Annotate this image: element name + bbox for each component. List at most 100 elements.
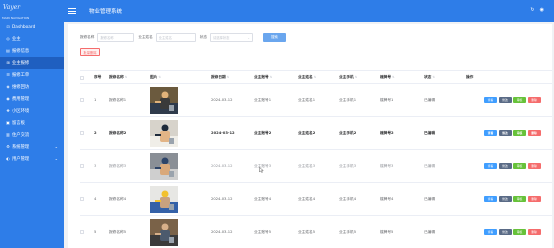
row-checkbox[interactable] <box>80 164 84 168</box>
col-owner[interactable]: 业主姓名⇅ <box>298 75 316 80</box>
delete-button[interactable]: 删除 <box>527 196 541 202</box>
repair-name-input[interactable]: 报修名称 <box>97 32 135 42</box>
user-avatar-icon[interactable]: ◉ <box>540 7 544 13</box>
cell-index: 3 <box>94 164 97 168</box>
sidebar-item-label: 业主 <box>12 37 21 42</box>
col-account[interactable]: 业主账号⇅ <box>254 75 272 80</box>
sidebar-item-2[interactable]: ▤ 报修信息 <box>0 45 64 57</box>
community-icon: ▥ <box>6 132 10 137</box>
repair-table: 序号 报修名称⇅ 图片⇅ 报修日期⇅ 业主账号⇅ 业主姓名⇅ 业主手机⇅ 楼牌号… <box>80 70 552 248</box>
cell-owner: 业主姓名1 <box>298 98 316 102</box>
row-checkbox[interactable] <box>80 230 84 234</box>
sidebar-item-label: 小区环境 <box>12 109 30 114</box>
cell-index: 2 <box>94 131 97 135</box>
sidebar-item-7[interactable]: ❖ 小区环境 <box>0 105 64 117</box>
row-actions: 查看 修改 审核 删除 <box>484 229 541 235</box>
repair-photo[interactable] <box>150 153 178 180</box>
cell-name: 报修名称4 <box>109 197 127 201</box>
refresh-icon[interactable]: ↻ <box>530 7 534 13</box>
row-checkbox[interactable] <box>80 98 84 102</box>
view-button[interactable]: 查看 <box>484 130 497 136</box>
audit-button[interactable]: 审核 <box>513 97 526 103</box>
status-select[interactable]: 请选择状态 ⌄ <box>209 32 253 42</box>
cell-phone: 业主手机5 <box>339 230 357 234</box>
row-checkbox[interactable] <box>80 197 84 201</box>
table-row[interactable]: 2 报修名称2 2024-03-12 业主账号2 业主姓名2 业主手机2 楼牌号2 已编辑 查看… <box>80 117 552 150</box>
menu-toggle-icon[interactable] <box>68 8 76 14</box>
sidebar-item-0[interactable]: ⊡ Dashboard <box>0 21 64 33</box>
row-actions: 查看 修改 审核 删除 <box>484 97 541 103</box>
row-checkbox[interactable] <box>80 131 84 135</box>
environment-icon: ❖ <box>6 108 10 113</box>
col-date[interactable]: 报修日期⇅ <box>211 75 229 80</box>
search-button[interactable]: 搜索 <box>262 32 286 42</box>
cell-owner: 业主姓名5 <box>298 230 316 234</box>
col-status[interactable]: 状态⇅ <box>424 75 435 80</box>
repair-photo[interactable] <box>150 87 178 114</box>
sidebar-item-3[interactable]: ⊞ 业主报修 <box>0 57 64 69</box>
table-row[interactable]: 4 报修名称4 2024-03-12 业主账号4 业主姓名4 业主手机4 楼牌号4 已编辑 查看… <box>80 183 552 216</box>
cell-account: 业主账号1 <box>254 98 272 102</box>
sidebar-item-9[interactable]: ▥ 住户交流 <box>0 129 64 141</box>
status-select-value: 请选择状态 <box>212 35 230 40</box>
cell-name: 报修名称1 <box>109 98 127 102</box>
col-building[interactable]: 楼牌号⇅ <box>380 75 395 80</box>
delete-button[interactable]: 删除 <box>527 130 541 136</box>
sidebar-item-11[interactable]: ◐ 用户管理 ⌄ <box>0 153 64 165</box>
cell-index: 4 <box>94 197 97 201</box>
col-phone[interactable]: 业主手机⇅ <box>339 75 357 80</box>
cell-name: 报修名称3 <box>109 164 127 168</box>
audit-button[interactable]: 审核 <box>513 163 526 169</box>
view-button[interactable]: 查看 <box>484 196 497 202</box>
repair-photo[interactable] <box>150 186 178 213</box>
user-icon: ◎ <box>6 36 10 41</box>
repair-photo[interactable] <box>150 120 178 147</box>
cell-index: 5 <box>94 230 97 234</box>
audit-button[interactable]: 审核 <box>513 130 526 136</box>
sidebar-item-label: 报修工单 <box>12 73 30 78</box>
batch-delete-button[interactable]: 批量删除 <box>80 48 100 56</box>
cell-owner: 业主姓名4 <box>298 197 316 201</box>
sidebar-item-8[interactable]: ▣ 留言板 <box>0 117 64 129</box>
audit-button[interactable]: 审核 <box>513 229 526 235</box>
table-row[interactable]: 5 报修名称5 2024-03-12 业主账号5 业主姓名5 业主手机5 楼牌号5 已编辑 查看… <box>80 216 552 248</box>
message-icon: ▣ <box>6 120 10 125</box>
edit-button[interactable]: 修改 <box>498 130 512 136</box>
top-header: 物业管理系统 ↻ ◉ <box>64 0 554 22</box>
sidebar-item-6[interactable]: ◉ 费用管理 <box>0 93 64 105</box>
sidebar-item-10[interactable]: ⚙ 系统管理 ⌄ <box>0 141 64 153</box>
sidebar-item-label: 用户管理 <box>12 157 30 162</box>
view-button[interactable]: 查看 <box>484 229 497 235</box>
cell-status: 已编辑 <box>424 131 436 135</box>
table-row[interactable]: 1 报修名称1 2024-03-12 业主账号1 业主姓名1 业主手机1 楼牌号1 已编辑 查看… <box>80 84 552 117</box>
sidebar-item-1[interactable]: ◎ 业主 <box>0 33 64 45</box>
sidebar-item-label: 报修信息 <box>12 49 30 54</box>
col-image[interactable]: 图片⇅ <box>150 75 161 80</box>
visit-icon: ◈ <box>6 84 10 89</box>
delete-button[interactable]: 删除 <box>527 163 541 169</box>
users-icon: ◐ <box>6 156 10 161</box>
delete-button[interactable]: 删除 <box>527 229 541 235</box>
view-button[interactable]: 查看 <box>484 97 497 103</box>
delete-button[interactable]: 删除 <box>527 97 541 103</box>
table-row[interactable]: 3 报修名称3 2024-03-12 业主账号3 业主姓名3 业主手机3 楼牌号3 已编辑 查看… <box>80 150 552 183</box>
select-all-checkbox[interactable] <box>80 76 84 80</box>
sidebar-item-4[interactable]: ☰ 报修工单 <box>0 69 64 81</box>
view-button[interactable]: 查看 <box>484 163 497 169</box>
edit-button[interactable]: 修改 <box>498 196 512 202</box>
sidebar-item-label: Dashboard <box>12 24 36 30</box>
owner-name-input[interactable]: 业主姓名 <box>155 32 196 42</box>
cell-status: 已编辑 <box>424 197 436 201</box>
repair-photo[interactable] <box>150 219 178 246</box>
edit-button[interactable]: 修改 <box>498 97 512 103</box>
edit-button[interactable]: 修改 <box>498 163 512 169</box>
col-name[interactable]: 报修名称⇅ <box>109 75 127 80</box>
row-actions: 查看 修改 审核 删除 <box>484 196 541 202</box>
audit-button[interactable]: 审核 <box>513 196 526 202</box>
cell-date: 2024-03-12 <box>211 98 233 102</box>
sidebar-item-5[interactable]: ◈ 维修回访 <box>0 81 64 93</box>
cell-status: 已编辑 <box>424 230 436 234</box>
cell-status: 已编辑 <box>424 98 436 102</box>
cell-building: 楼牌号1 <box>380 98 394 102</box>
edit-button[interactable]: 修改 <box>498 229 512 235</box>
